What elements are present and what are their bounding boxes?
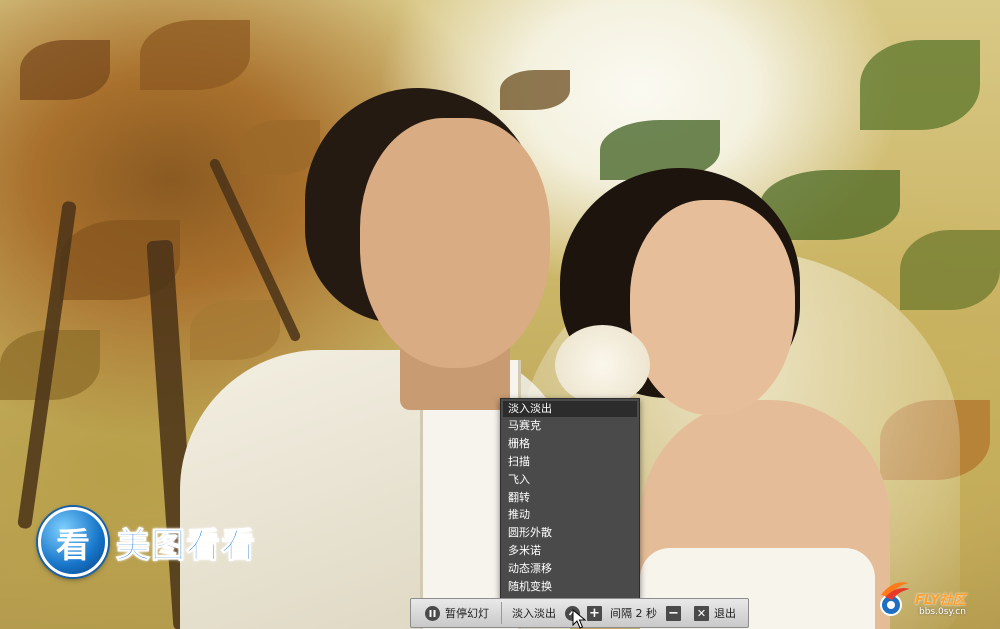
pause-slideshow-button[interactable]: 暂停幻灯 (425, 600, 489, 626)
slideshow-viewer[interactable]: 看 美图看看 FLY社区 bbs.0sy.cn 淡入淡出 马赛克 栅格 扫描 飞… (0, 0, 1000, 629)
exit-label: 退出 (714, 607, 736, 620)
menu-item-push[interactable]: 推动 (501, 506, 639, 524)
menu-item-grid[interactable]: 栅格 (501, 435, 639, 453)
close-icon: ✕ (694, 605, 709, 621)
menu-item-domino[interactable]: 多米诺 (501, 542, 639, 560)
menu-item-circle-out[interactable]: 圆形外散 (501, 524, 639, 542)
logo-eye-icon: 看 (38, 507, 108, 577)
menu-item-fly-in[interactable]: 飞入 (501, 471, 639, 489)
exit-slideshow-button[interactable]: ✕ 退出 (694, 600, 736, 626)
pause-slideshow-label: 暂停幻灯 (445, 607, 489, 620)
menu-item-drift[interactable]: 动态漂移 (501, 560, 639, 578)
interval-label: 间隔 2 秒 (610, 607, 657, 620)
decrease-interval-button[interactable]: − (666, 600, 681, 626)
watermark: FLY社区 bbs.0sy.cn (873, 573, 995, 623)
transition-select-value: 淡入淡出 (512, 607, 556, 620)
menu-item-fade[interactable]: 淡入淡出 (503, 401, 637, 417)
menu-item-flip[interactable]: 翻转 (501, 489, 639, 507)
divider (501, 602, 502, 624)
transition-effect-menu[interactable]: 淡入淡出 马赛克 栅格 扫描 飞入 翻转 推动 圆形外散 多米诺 动态漂移 随机… (500, 398, 640, 600)
watermark-logo-icon (880, 582, 910, 616)
menu-item-scan[interactable]: 扫描 (501, 453, 639, 471)
increase-interval-button[interactable]: + (587, 600, 602, 626)
watermark-url: bbs.0sy.cn (919, 607, 966, 617)
watermark-title: FLY社区 (915, 593, 966, 608)
transition-select[interactable]: 淡入淡出 (512, 600, 580, 626)
plus-icon: + (587, 605, 602, 621)
menu-item-random[interactable]: 随机变换 (501, 578, 639, 596)
app-logo: 看 美图看看 (38, 507, 256, 577)
minus-icon: − (666, 605, 681, 621)
mouse-cursor-icon (572, 609, 586, 629)
pause-icon (425, 605, 440, 621)
app-name: 美图看看 (116, 525, 256, 566)
menu-item-mosaic[interactable]: 马赛克 (501, 417, 639, 435)
